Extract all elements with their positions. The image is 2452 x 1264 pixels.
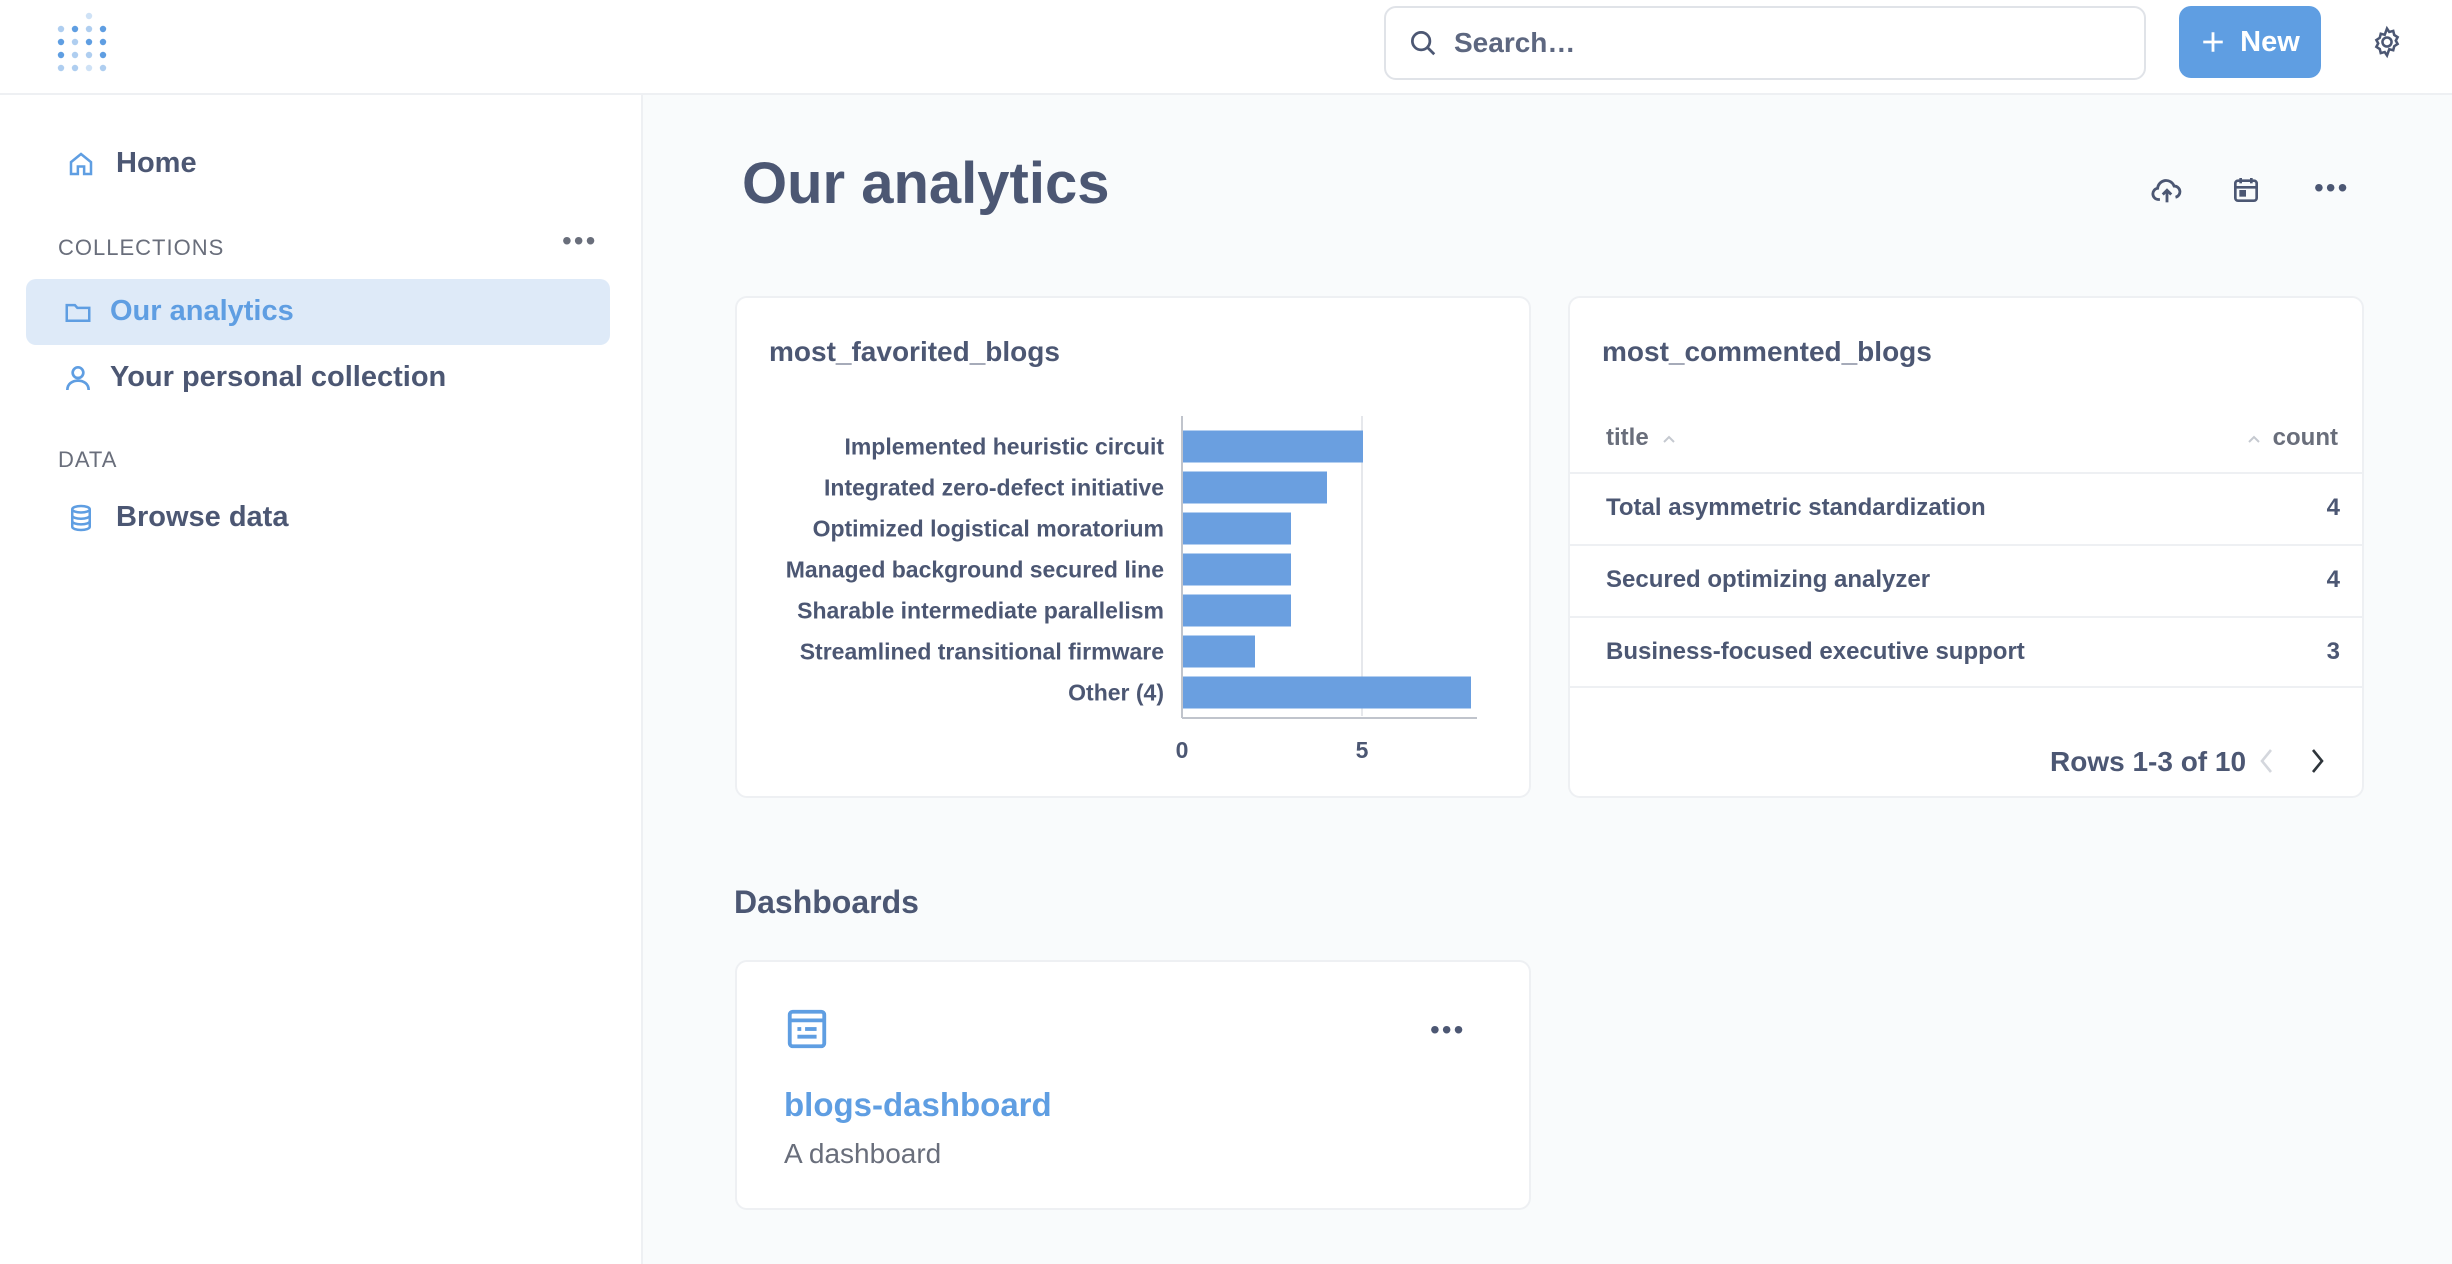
column-header-label: count (2272, 424, 2338, 451)
table-cell-count: 4 (2326, 566, 2340, 593)
dashboard-more-button[interactable]: ••• (1430, 1014, 1465, 1046)
y-tick-label: Streamlined transitional firmware (800, 639, 1164, 665)
new-button[interactable]: New (2179, 6, 2321, 78)
table-cell-title: Secured optimizing analyzer (1606, 566, 1931, 593)
calendar-icon[interactable] (2230, 174, 2262, 206)
y-tick-label: Other (4) (1068, 680, 1164, 706)
dashboard-icon (787, 1009, 827, 1049)
table-cell-count: 3 (2326, 638, 2340, 665)
gear-icon[interactable] (2370, 25, 2404, 59)
sidebar-item-browse-data[interactable]: Browse data (66, 501, 288, 534)
plus-icon (2203, 32, 2223, 52)
sidebar: Home COLLECTIONS ••• Our analytics Your … (0, 95, 643, 1264)
home-icon (69, 151, 93, 175)
sidebar-item-home[interactable]: Home (66, 147, 197, 180)
bar[interactable] (1183, 635, 1255, 668)
table-cell-title: Total asymmetric standardization (1606, 494, 1986, 521)
sidebar-item-our-analytics[interactable]: Our analytics (62, 295, 294, 328)
collections-more-button[interactable]: ••• (562, 225, 597, 257)
bar[interactable] (1183, 594, 1291, 627)
sidebar-item-label: Home (116, 147, 197, 179)
metabase-logo-icon[interactable] (56, 12, 110, 76)
upload-cloud-icon[interactable] (2150, 174, 2184, 208)
y-tick-label: Managed background secured line (786, 557, 1164, 583)
top-bar: New (0, 0, 2452, 95)
dashboard-card[interactable] (735, 960, 1531, 1210)
sidebar-item-personal-collection[interactable]: Your personal collection (62, 361, 446, 394)
column-header-title[interactable]: title (1606, 424, 1677, 452)
person-icon (66, 365, 90, 390)
dashboards-heading: Dashboards (734, 884, 919, 920)
search-icon (1411, 31, 1436, 56)
bar[interactable] (1183, 676, 1471, 709)
folder-icon (65, 303, 91, 322)
y-tick-label: Implemented heuristic circuit (844, 434, 1164, 460)
collection-more-button[interactable]: ••• (2314, 172, 2349, 204)
sidebar-item-label: Your personal collection (110, 361, 447, 393)
dashboard-description: A dashboard (784, 1138, 942, 1169)
search-bar[interactable] (1384, 6, 2146, 80)
page-title: Our analytics (742, 151, 1110, 216)
next-page-icon[interactable] (2308, 746, 2326, 776)
y-tick-label: Integrated zero-defect initiative (824, 475, 1164, 501)
y-tick-label: Sharable intermediate parallelism (797, 598, 1164, 624)
table-row[interactable]: Total asymmetric standardization 4 (1570, 472, 2364, 544)
previous-page-icon[interactable] (2258, 746, 2276, 776)
y-tick-label: Optimized logistical moratorium (813, 516, 1164, 542)
sidebar-item-label: Browse data (116, 501, 289, 533)
data-heading: DATA (58, 447, 118, 472)
table-row[interactable]: Business-focused executive support 3 (1570, 616, 2364, 688)
favorited-blogs-card[interactable]: most_favorited_blogs Implemented heurist… (735, 296, 1531, 798)
bar[interactable] (1183, 471, 1327, 504)
card-title[interactable]: most_commented_blogs (1602, 336, 1932, 368)
bar[interactable] (1183, 430, 1363, 463)
column-header-label: title (1606, 424, 1649, 451)
sidebar-item-label: Our analytics (110, 295, 294, 327)
sort-arrow-icon (2248, 435, 2260, 443)
sort-arrow-icon (1663, 435, 1676, 443)
table-cell-count: 4 (2326, 494, 2340, 521)
x-tick-label: 0 (1176, 737, 1189, 763)
database-icon (71, 504, 91, 531)
dashboard-name-link[interactable]: blogs-dashboard (784, 1086, 1052, 1124)
collections-heading: COLLECTIONS (58, 235, 225, 260)
pagination-label: Rows 1-3 of 10 (2050, 746, 2247, 777)
bar[interactable] (1183, 553, 1291, 586)
table-cell-title: Business-focused executive support (1606, 638, 2025, 665)
search-input[interactable] (1454, 27, 2114, 59)
bar-chart: Implemented heuristic circuit Integrated … (786, 416, 1477, 763)
x-tick-label: 5 (1356, 737, 1369, 763)
bar[interactable] (1183, 512, 1291, 545)
column-header-count[interactable]: count (2246, 424, 2338, 452)
table-row[interactable]: Secured optimizing analyzer 4 (1570, 544, 2364, 616)
new-button-label: New (2240, 25, 2300, 58)
commented-blogs-card[interactable]: most_commented_blogs title count Total a… (1568, 296, 2364, 798)
